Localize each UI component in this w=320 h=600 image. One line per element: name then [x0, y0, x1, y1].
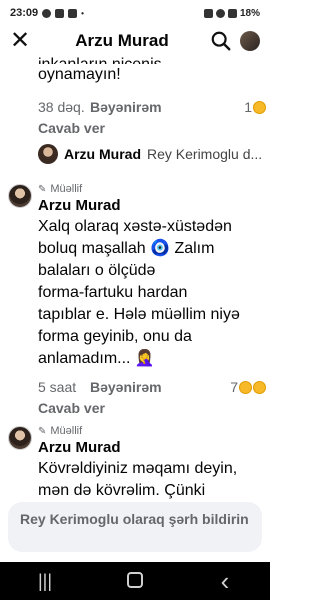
- status-bar: 23:09 • 18%: [0, 0, 270, 26]
- author-badge-label: Müəllif: [50, 183, 83, 195]
- comment-text: Kövrəldiyiniz məqamı deyin, mən də kövrə…: [38, 458, 266, 500]
- comment-meta: 38 dəq. Bəyənirəm 1: [38, 96, 266, 118]
- wifi-icon: [215, 8, 225, 18]
- comment-top: inkanların niceniş oynamayın! 38 dəq. Bə…: [38, 56, 266, 138]
- more-notifications-dot: •: [81, 8, 84, 18]
- close-icon[interactable]: ✕: [10, 29, 34, 53]
- sad-reaction-icon: [253, 380, 266, 394]
- reply-button[interactable]: Cavab ver: [38, 118, 266, 138]
- comment-line: tapıblar e. Hələ müəllim niyə: [38, 306, 240, 323]
- comment-text: oynamayın!: [38, 66, 121, 83]
- photos-notification-icon: [55, 8, 65, 18]
- author-badge-label: Müəllif: [50, 425, 83, 437]
- app-notification-icon: [42, 8, 52, 18]
- comment-line: Xalq olaraq xəstə-xüstədən: [38, 218, 232, 235]
- comment-line: Kövrəldiyiniz məqamı deyin,: [38, 460, 238, 477]
- status-time: 23:09: [10, 7, 39, 19]
- comment-line: forma geyinib, onu da: [38, 328, 192, 345]
- alarm-icon: [203, 8, 213, 18]
- comment-line: mən də kövrəlim. Çünki: [38, 482, 206, 499]
- system-nav-bar: ||| ‹: [0, 562, 270, 600]
- avatar: [38, 144, 58, 164]
- avatar[interactable]: [8, 184, 32, 208]
- reaction-count: 1: [244, 99, 252, 115]
- back-button[interactable]: ‹: [205, 568, 245, 594]
- laugh-reaction-icon: [239, 380, 252, 394]
- comment-line: boluq maşallah 🧿 Zalım: [38, 240, 215, 257]
- pencil-icon: ✎: [38, 425, 47, 437]
- home-button[interactable]: [115, 571, 155, 591]
- comment-input[interactable]: Rey Kerimoglu olaraq şərh bildirin: [8, 502, 262, 552]
- author-badge: ✎ Müəllif: [38, 424, 266, 438]
- comment-second: ✎ Müəllif Arzu Murad Kövrəldiyiniz məqam…: [8, 424, 266, 500]
- laugh-reaction-icon: [253, 100, 266, 114]
- comment-time: 5 saat: [38, 379, 77, 395]
- comment-author[interactable]: Arzu Murad: [38, 438, 266, 458]
- comment-first: ✎ Müəllif Arzu Murad Xalq olaraq xəstə-x…: [8, 182, 266, 416]
- reaction-summary[interactable]: 7: [230, 379, 266, 395]
- reaction-summary[interactable]: 1: [244, 99, 266, 115]
- profile-avatar[interactable]: [240, 31, 260, 51]
- recents-button[interactable]: |||: [25, 572, 65, 590]
- comment-line: anlamadım... 🤦‍♀️: [38, 350, 155, 367]
- like-button[interactable]: Bəyənirəm: [90, 99, 244, 115]
- home-icon: [127, 571, 143, 588]
- reply-thread-preview[interactable]: Arzu Murad Rey Kerimoglu d...: [38, 142, 268, 166]
- reply-snippet: Rey Kerimoglu d...: [147, 146, 263, 162]
- comment-line: balaları o ölçüdə: [38, 262, 156, 279]
- comment-meta: 5 saat Bəyənirəm 7: [38, 376, 266, 398]
- reaction-count: 7: [230, 379, 238, 395]
- comment-text-partial: inkanların niceniş: [38, 56, 266, 64]
- battery-level: 18%: [239, 7, 260, 19]
- x-notification-icon: [68, 8, 78, 18]
- author-badge: ✎ Müəllif: [38, 182, 266, 196]
- comment-time: 38 dəq.: [38, 99, 85, 115]
- header: ✕ Arzu Murad: [0, 26, 270, 56]
- avatar[interactable]: [8, 426, 32, 450]
- like-button[interactable]: Bəyənirəm: [90, 379, 230, 395]
- pencil-icon: ✎: [38, 183, 47, 195]
- comment-line: forma-fartuku hardan: [38, 284, 188, 301]
- signal-icon: [227, 8, 237, 18]
- reply-author: Arzu Murad: [64, 146, 141, 162]
- comment-text: Xalq olaraq xəstə-xüstədən boluq maşalla…: [38, 216, 266, 370]
- comment-author[interactable]: Arzu Murad: [38, 196, 266, 216]
- search-icon[interactable]: [210, 30, 232, 52]
- page-title: Arzu Murad: [75, 31, 169, 50]
- reply-button[interactable]: Cavab ver: [38, 398, 266, 418]
- comments-list[interactable]: inkanların niceniş oynamayın! 38 dəq. Bə…: [0, 56, 270, 500]
